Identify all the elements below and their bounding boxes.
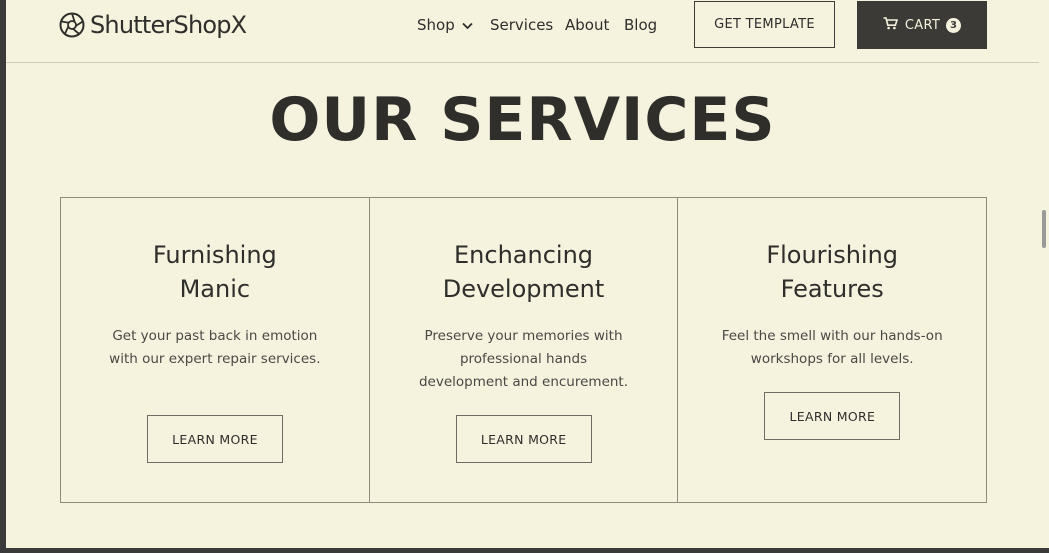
nav-item-about[interactable]: About (565, 16, 609, 34)
shopping-cart-icon (883, 16, 898, 34)
nav-item-shop[interactable]: Shop (417, 16, 473, 34)
section-title: OUR SERVICES (269, 85, 776, 155)
nav-blog-wrap: Blog (624, 15, 657, 35)
service-title-line: Features (780, 275, 884, 303)
nav-about-wrap: About (565, 15, 609, 35)
service-card-description: Get your past back in emotion with our e… (109, 328, 321, 367)
service-card: Flourishing Features Feel the smell with… (677, 198, 986, 502)
service-card: Furnishing Manic Get your past back in e… (61, 198, 369, 502)
main-nav: Shop (417, 15, 473, 35)
nav-item-label: Shop (417, 16, 455, 34)
learn-more-button[interactable]: LEARN MORE (147, 415, 283, 463)
service-title-line: Enchancing (454, 241, 594, 269)
learn-more-button[interactable]: LEARN MORE (455, 415, 592, 463)
service-card-title: Enchancing Development (370, 238, 678, 306)
service-card: Enchancing Development Preserve your mem… (368, 198, 678, 502)
services-grid: Furnishing Manic Get your past back in e… (60, 197, 987, 503)
page: ShutterShopX Shop Services About Blog GE… (6, 0, 1039, 548)
window-bottom-edge (0, 548, 1049, 553)
learn-more-button[interactable]: LEARN MORE (764, 392, 901, 440)
brand-logo[interactable]: ShutterShopX (59, 10, 247, 40)
brand-name: ShutterShopX (90, 11, 247, 39)
service-title-line: Flourishing (766, 241, 899, 269)
service-title-line: Furnishing (152, 241, 277, 269)
service-card-description: Preserve your memories with professional… (418, 328, 629, 390)
nav-item-services[interactable]: Services (490, 16, 553, 34)
cart-label: CART (904, 17, 941, 33)
scrollbar-track[interactable] (1039, 0, 1049, 553)
cart-button[interactable]: CART 3 (857, 1, 987, 49)
chevron-down-icon (462, 16, 473, 34)
service-card-title: Furnishing Manic (61, 238, 369, 306)
cart-count-badge: 3 (946, 17, 962, 33)
get-template-button[interactable]: GET TEMPLATE (694, 1, 835, 48)
service-title-line: Manic (179, 275, 251, 303)
service-card-description: Feel the smell with our hands-on worksho… (721, 328, 943, 367)
service-title-line: Development (442, 275, 605, 303)
nav-item-blog[interactable]: Blog (624, 16, 657, 34)
camera-aperture-icon (59, 12, 85, 38)
nav-services-wrap: Services (490, 15, 553, 35)
site-header: ShutterShopX Shop Services About Blog GE… (6, 0, 1039, 63)
service-card-title: Flourishing Features (678, 238, 986, 306)
scrollbar-thumb[interactable] (1042, 210, 1046, 248)
